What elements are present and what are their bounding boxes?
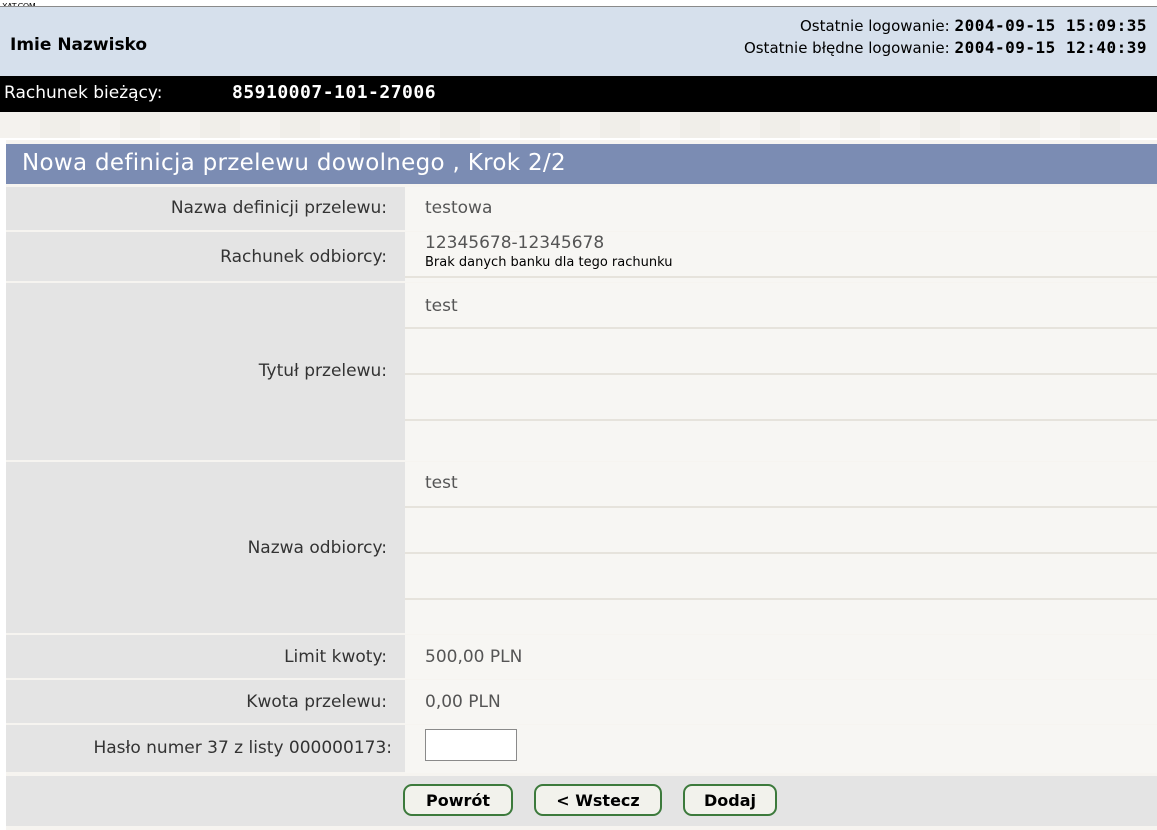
transfer-amount-value: 0,00 PLN [425,692,501,712]
last-login-label: Ostatnie logowanie: [799,17,950,35]
transfer-title-value: test [425,296,458,316]
row-label: Nazwa odbiorcy: [6,462,405,634]
row-password: Hasło numer 37 z listy 000000173: [6,725,1157,773]
row-transfer-amount: Kwota przelewu: 0,00 PLN [6,680,1157,724]
password-label: Hasło numer 37 z listy 000000173: [93,738,392,758]
row-transfer-title: Tytuł przelewu: test [6,283,1157,461]
row-label: Kwota przelewu: [6,680,405,724]
last-failed-login: Ostatnie błędne logowanie: 2004-09-15 12… [744,37,1147,59]
last-login-value: 2004-09-15 15:09:35 [954,16,1147,35]
add-button[interactable]: Dodaj [683,784,777,816]
row-value: 12345678-12345678 Brak danych banku dla … [405,232,1157,282]
account-label: Rachunek bieżący: [4,83,163,103]
recipient-account-value: 12345678-12345678 [425,233,605,253]
header-bar: Imie Nazwisko Ostatnie logowanie: 2004-0… [0,6,1157,77]
password-input[interactable] [425,729,517,761]
amount-limit-value: 500,00 PLN [425,647,523,667]
last-failed-login-label: Ostatnie błędne logowanie: [743,39,950,57]
row-label: Rachunek odbiorcy: [6,232,405,282]
last-failed-login-value: 2004-09-15 12:40:39 [954,38,1147,57]
bank-data-note: Brak danych banku dla tego rachunku [425,255,673,270]
definition-name-value: testowa [425,198,493,218]
recipient-name-value: test [425,473,458,493]
page-title: Nowa definicja przelewu dowolnego , Krok… [22,150,566,176]
transfer-definition-panel: Nowa definicja przelewu dowolnego , Krok… [6,140,1157,830]
last-login: Ostatnie logowanie: 2004-09-15 15:09:35 [744,15,1147,37]
button-bar: Powrót < Wstecz Dodaj [6,776,1157,826]
row-value: 0,00 PLN [405,680,1157,724]
return-button[interactable]: Powrót [403,784,513,816]
row-value: test [405,283,1157,461]
account-number: 85910007-101-27006 [232,82,437,103]
definition-name-label: Nazwa definicji przelewu: [170,198,387,218]
account-bar: Rachunek bieżący: 85910007-101-27006 [0,76,1157,112]
row-label: Nazwa definicji przelewu: [6,187,405,231]
row-value: 500,00 PLN [405,635,1157,679]
recipient-account-label: Rachunek odbiorcy: [220,247,387,267]
row-label: Hasło numer 37 z listy 000000173: [6,725,405,773]
decorative-strip [0,112,1157,138]
login-info: Ostatnie logowanie: 2004-09-15 15:09:35 … [744,15,1147,59]
row-value [405,725,1157,773]
row-recipient-account: Rachunek odbiorcy: 12345678-12345678 Bra… [6,232,1157,282]
amount-limit-label: Limit kwoty: [284,647,387,667]
row-recipient-name: Nazwa odbiorcy: test [6,462,1157,634]
row-label: Tytuł przelewu: [6,283,405,461]
user-name: Imie Nazwisko [10,35,148,55]
recipient-name-label: Nazwa odbiorcy: [247,538,387,558]
row-value: testowa [405,187,1157,231]
row-definition-name: Nazwa definicji przelewu: testowa [6,187,1157,231]
transfer-amount-label: Kwota przelewu: [246,692,387,712]
back-button[interactable]: < Wstecz [534,784,662,816]
panel-title-bar: Nowa definicja przelewu dowolnego , Krok… [6,144,1157,184]
transfer-title-label: Tytuł przelewu: [258,361,387,381]
row-value: test [405,462,1157,634]
row-label: Limit kwoty: [6,635,405,679]
row-amount-limit: Limit kwoty: 500,00 PLN [6,635,1157,679]
